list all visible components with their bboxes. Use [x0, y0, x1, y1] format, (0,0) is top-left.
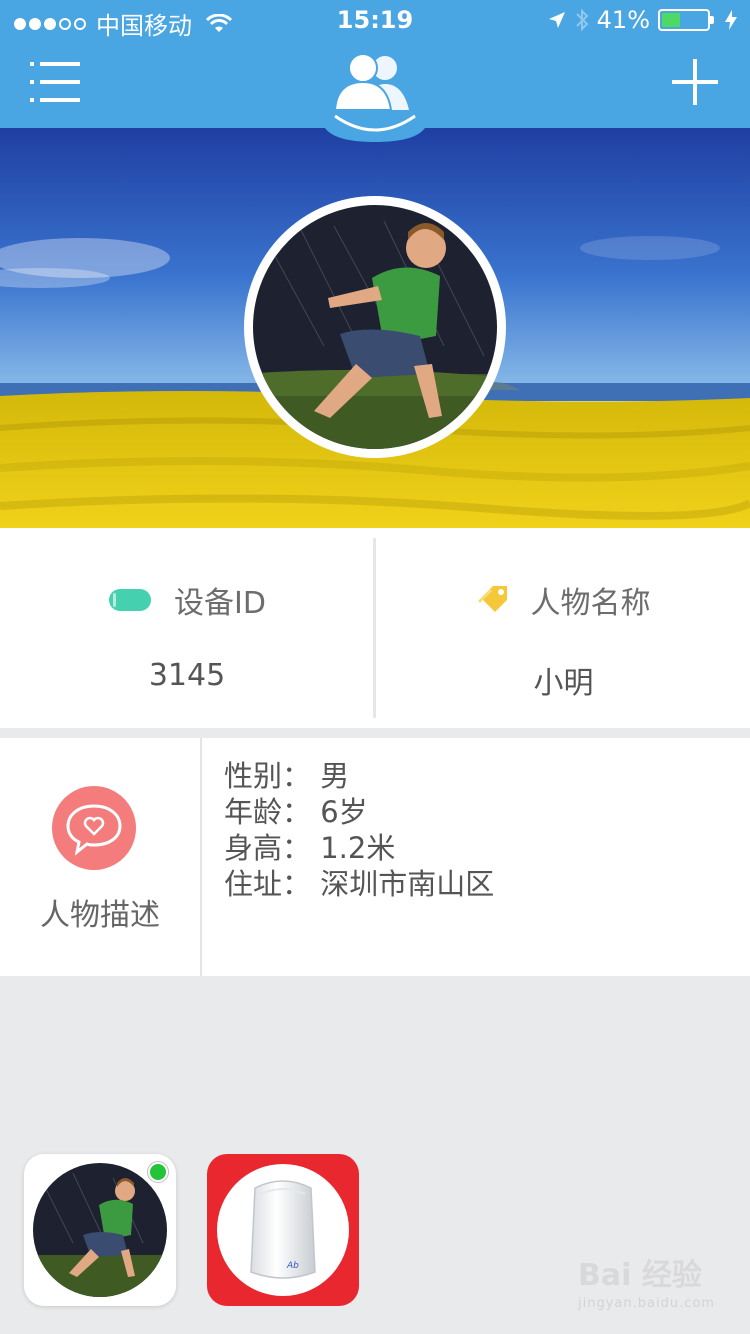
battery-percent: 41%: [596, 6, 650, 34]
tag-icon: [477, 586, 507, 612]
battery-icon: [658, 9, 714, 31]
device-pill-icon: [109, 589, 152, 611]
info-card: 设备ID 3145 人物名称 小明: [0, 528, 750, 728]
person-thumbnail-button[interactable]: [24, 1154, 176, 1306]
top-header: 中国移动 15:19 41%: [0, 0, 750, 128]
watermark-url: jingyan.baidu.com: [578, 1296, 715, 1311]
height-line: 身高： 1.2米: [224, 831, 396, 865]
person-name-label: 人物名称: [530, 586, 651, 621]
pull-down-tab[interactable]: [325, 110, 425, 160]
description-header: 人物描述: [0, 738, 200, 976]
watermark-text: Bai 经验: [578, 1258, 702, 1293]
list-menu-icon[interactable]: [28, 58, 84, 106]
heart-bubble-icon: [52, 786, 136, 870]
address-line: 住址： 深圳市南山区: [224, 867, 495, 901]
profile-avatar[interactable]: [244, 196, 506, 458]
status-bar: 中国移动 15:19 41%: [0, 0, 750, 40]
device-thumbnail-button[interactable]: Ab: [207, 1154, 359, 1306]
person-name-value: 小明: [533, 666, 594, 701]
charging-bolt-icon: [725, 10, 737, 30]
location-arrow-icon: [548, 12, 565, 28]
description-card: 人物描述 性别： 男 年龄： 6岁 身高： 1.2米 住址： 深圳市南山区: [0, 738, 750, 976]
person-name-section: 人物名称 小明: [377, 528, 750, 728]
description-title: 人物描述: [40, 898, 160, 933]
plus-icon[interactable]: [670, 57, 720, 107]
device-id-section: 设备ID 3145: [0, 528, 374, 728]
tracker-device-icon: Ab: [250, 1180, 316, 1279]
device-thumbnail-image: Ab: [217, 1164, 349, 1296]
description-divider: [200, 738, 202, 976]
gender-line: 性别： 男: [224, 759, 350, 793]
bluetooth-icon: [575, 8, 589, 32]
description-details: 性别： 男 年龄： 6岁 身高： 1.2米 住址： 深圳市南山区: [224, 758, 494, 902]
battery-level: [662, 13, 681, 27]
baidu-watermark: Bai 经验 jingyan.baidu.com: [570, 1250, 740, 1320]
device-id-value: 3145: [148, 658, 226, 693]
person-thumbnail-avatar: [33, 1163, 167, 1297]
device-id-label: 设备ID: [174, 586, 266, 621]
online-status-indicator: [148, 1162, 168, 1182]
age-line: 年龄： 6岁: [224, 795, 368, 829]
svg-text:Ab: Ab: [286, 1261, 299, 1271]
column-divider: [373, 538, 376, 718]
people-group-icon[interactable]: [329, 52, 417, 112]
